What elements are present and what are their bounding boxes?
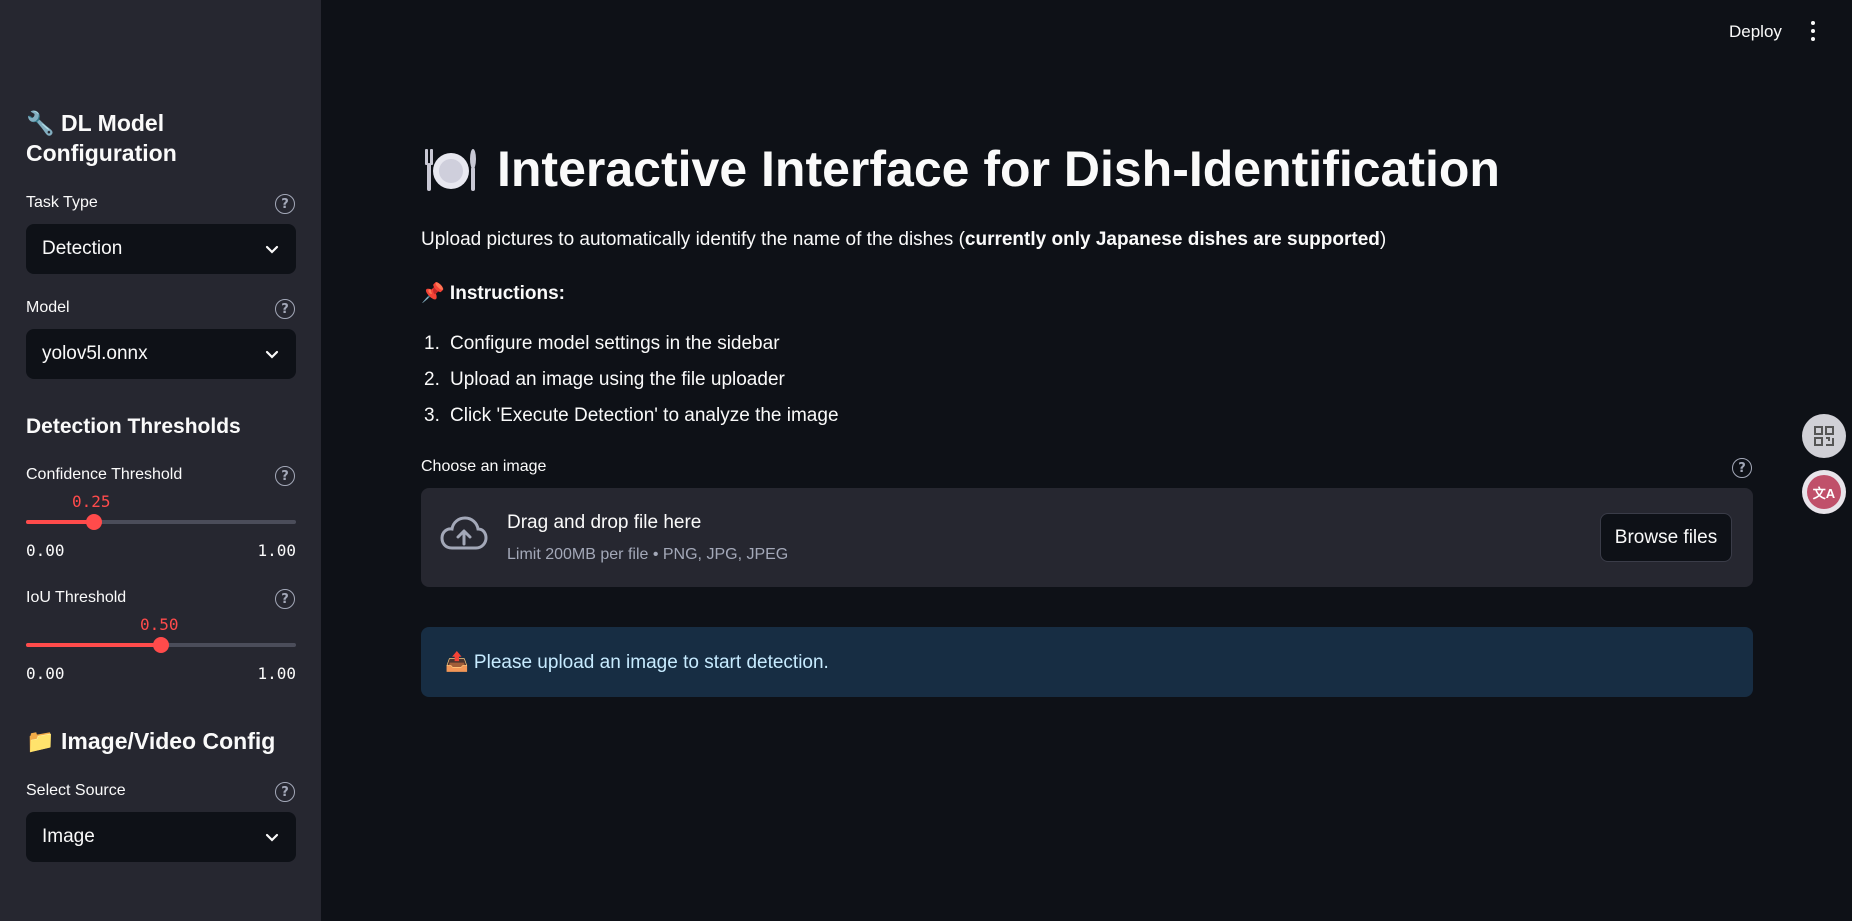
chevron-down-icon <box>265 350 279 359</box>
confidence-fill <box>26 520 94 524</box>
intro-text: Upload pictures to automatically identif… <box>421 229 1387 250</box>
iou-help-icon[interactable]: ? <box>275 589 295 609</box>
page-title-text: Interactive Interface for Dish-Identific… <box>497 141 1500 197</box>
config-title: 🔧 DL Model Configuration <box>26 110 177 166</box>
source-select[interactable]: Image <box>26 812 296 862</box>
iou-range: 0.00 1.00 <box>26 664 296 683</box>
iou-thumb[interactable] <box>153 637 169 653</box>
drag-drop-text: Drag and drop file here <box>507 512 702 533</box>
task-type-value: Detection <box>42 238 123 259</box>
confidence-slider[interactable] <box>26 514 296 530</box>
iou-max: 1.00 <box>257 664 296 683</box>
confidence-thumb[interactable] <box>85 514 102 530</box>
more-menu-icon[interactable] <box>1806 18 1820 44</box>
confidence-help-icon[interactable]: ? <box>275 466 295 486</box>
intro-bold: currently only Japanese dishes are suppo… <box>964 229 1380 250</box>
uploader-label: Choose an image <box>421 458 547 475</box>
task-type-label: Task Type <box>26 194 98 211</box>
model-select[interactable]: yolov5l.onnx <box>26 329 296 379</box>
qr-scan-icon[interactable] <box>1802 414 1846 458</box>
list-item: 2. Upload an image using the file uploade… <box>424 369 785 390</box>
iou-label: IoU Threshold <box>26 589 127 606</box>
browse-files-button[interactable]: Browse files <box>1600 513 1732 562</box>
uploader-help-icon[interactable]: ? <box>1732 458 1752 478</box>
confidence-max: 1.00 <box>257 541 296 560</box>
chevron-down-icon <box>265 833 279 842</box>
list-item: 1. Configure model settings in the sideba… <box>424 333 780 354</box>
source-title: 📁 Image/Video Config <box>26 728 276 754</box>
source-label: Select Source <box>26 782 126 799</box>
list-item: 3. Click 'Execute Detection' to analyze t… <box>424 405 839 426</box>
iou-min: 0.00 <box>26 664 65 683</box>
source-value: Image <box>42 826 95 847</box>
translate-icon[interactable]: 文A <box>1802 470 1846 514</box>
confidence-label: Confidence Threshold <box>26 466 183 483</box>
info-message: 📤 Please upload an image to start detect… <box>445 652 829 673</box>
model-help-icon[interactable]: ? <box>275 299 295 319</box>
confidence-value: 0.25 <box>72 492 111 511</box>
chevron-down-icon <box>265 245 279 254</box>
file-dropzone[interactable]: Drag and drop file here Limit 200MB per … <box>421 488 1753 587</box>
deploy-button[interactable]: Deploy <box>1729 22 1782 42</box>
task-type-help-icon[interactable]: ? <box>275 194 295 214</box>
source-help-icon[interactable]: ? <box>275 782 295 802</box>
task-type-select[interactable]: Detection <box>26 224 296 274</box>
thresholds-title: Detection Thresholds <box>26 415 241 438</box>
plate-cutlery-icon <box>425 149 476 191</box>
sidebar: 🔧 DL Model Configuration Task Type ? Det… <box>0 0 321 921</box>
model-label: Model <box>26 299 70 316</box>
confidence-min: 0.00 <box>26 541 65 560</box>
cloud-upload-icon <box>440 516 488 550</box>
model-value: yolov5l.onnx <box>42 343 148 364</box>
iou-slider[interactable] <box>26 637 296 653</box>
instructions-title: 📌 Instructions: <box>421 283 565 304</box>
confidence-range: 0.00 1.00 <box>26 541 296 560</box>
page-title: Interactive Interface for Dish-Identific… <box>421 140 1500 198</box>
iou-fill <box>26 643 161 647</box>
file-limit-text: Limit 200MB per file • PNG, JPG, JPEG <box>507 546 789 563</box>
info-alert: 📤 Please upload an image to start detect… <box>421 627 1753 697</box>
iou-value: 0.50 <box>140 615 179 634</box>
